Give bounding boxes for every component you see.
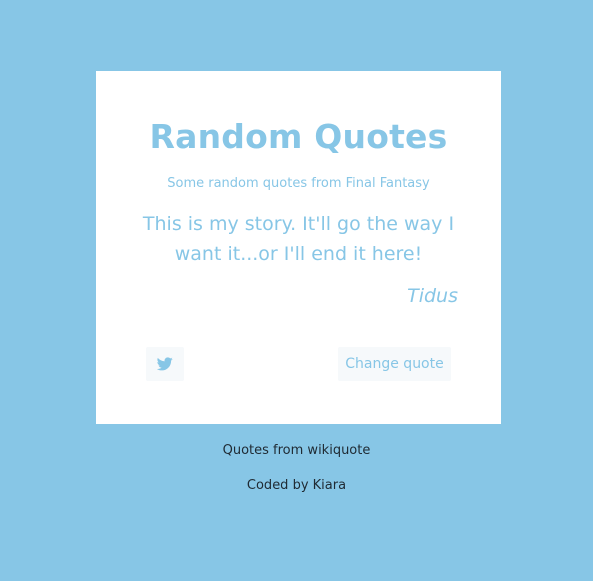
footer-credit: Coded by Kiara (246, 478, 347, 493)
footer-source: Quotes from wikiquote (222, 443, 371, 458)
change-quote-button[interactable]: Change quote (338, 347, 451, 381)
page-title: Random Quotes (149, 117, 448, 156)
quote-author: Tidus (407, 285, 458, 307)
twitter-icon (157, 357, 173, 371)
quote-card: Random Quotes Some random quotes from Fi… (96, 71, 501, 424)
tweet-button[interactable] (146, 347, 184, 381)
page-subtitle: Some random quotes from Final Fantasy (167, 176, 430, 191)
quote-text: This is my story. It'll go the way I wan… (142, 213, 455, 265)
